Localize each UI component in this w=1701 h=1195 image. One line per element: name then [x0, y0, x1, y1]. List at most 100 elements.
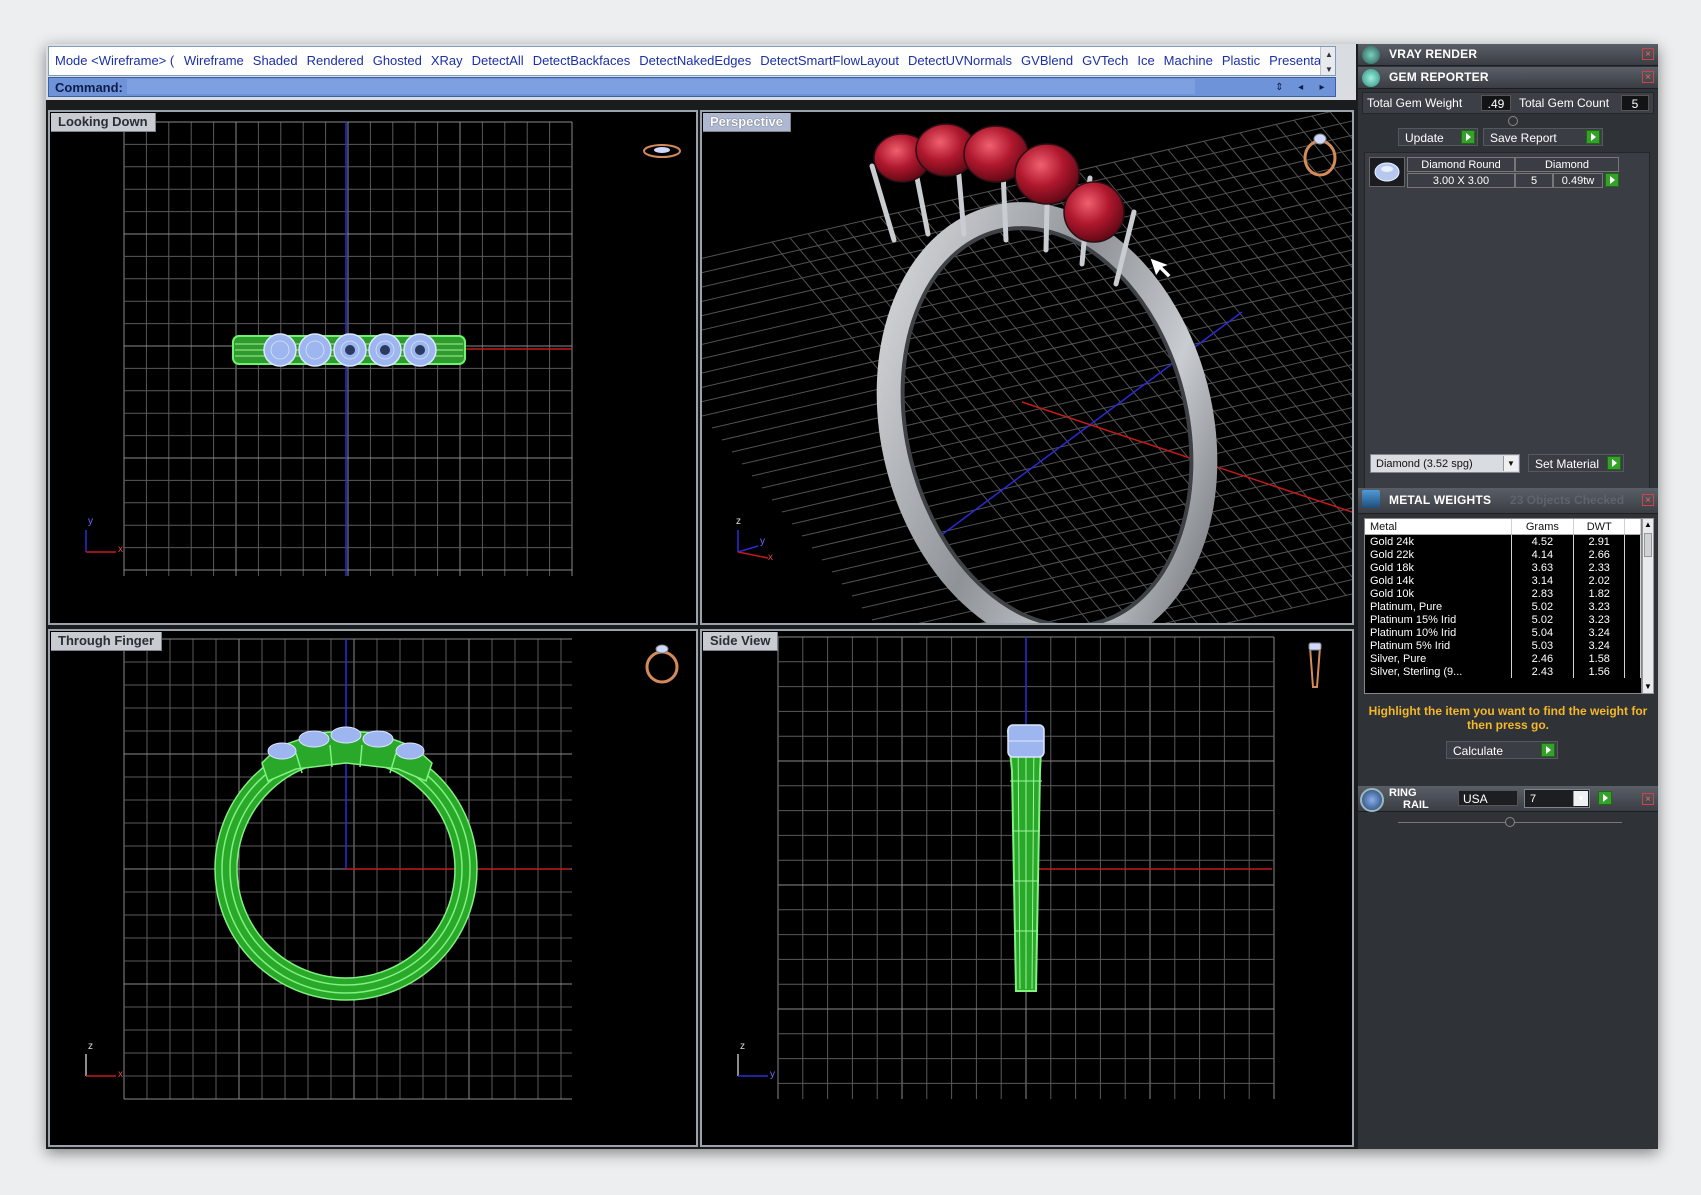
splitter-icon[interactable] — [1508, 116, 1518, 126]
calculate-label: Calculate — [1453, 744, 1504, 758]
ring-wireframe-top[interactable] — [232, 333, 466, 367]
command-area: Mode <Wireframe> ( Wireframe Shaded Render… — [46, 44, 1356, 100]
mode-option[interactable]: Machine — [1164, 53, 1213, 68]
row-spacer — [1624, 639, 1641, 652]
axis-y-label: y — [770, 1069, 775, 1080]
column-header[interactable]: Grams — [1511, 519, 1575, 535]
mode-option[interactable]: Ice — [1137, 53, 1154, 68]
table-row[interactable]: Gold 22k 4.14 2.66 — [1365, 548, 1641, 561]
row-spacer — [1624, 561, 1641, 574]
gem-weight: 0.49tw — [1553, 173, 1603, 188]
mode-option[interactable]: DetectSmartFlowLayout — [760, 53, 899, 68]
scroll-down-icon[interactable]: ▼ — [1321, 62, 1335, 75]
table-row[interactable]: Platinum, Pure 5.02 3.23 — [1365, 600, 1641, 613]
side-view-scene — [737, 636, 1275, 1099]
update-button[interactable]: Update — [1398, 128, 1478, 146]
axis-indicator — [85, 1054, 116, 1077]
gem-reporter-header[interactable]: GEM REPORTER × — [1358, 67, 1658, 89]
go-icon — [1607, 456, 1621, 470]
mode-option[interactable]: DetectAll — [472, 53, 524, 68]
column-header[interactable]: DWT — [1573, 519, 1626, 535]
close-icon[interactable]: × — [1642, 71, 1654, 83]
go-icon — [1541, 743, 1555, 757]
metal-weights-header[interactable]: METAL WEIGHTS 23 Objects Checked × — [1358, 488, 1658, 514]
table-row[interactable]: Gold 14k 3.14 2.02 — [1365, 574, 1641, 587]
arrow-left-icon[interactable]: ◂ — [1292, 80, 1310, 96]
material-value: Diamond (3.52 spg) — [1376, 458, 1473, 470]
metal-name: Gold 14k — [1365, 574, 1512, 587]
viewport-label[interactable]: Side View — [703, 632, 779, 651]
viewport-through-finger[interactable]: Through Finger z x — [48, 629, 698, 1147]
splitter-icon[interactable] — [1505, 817, 1515, 827]
ring-size-select[interactable]: 7 ▼ — [1524, 789, 1590, 808]
metal-dwt: 2.91 — [1573, 534, 1626, 548]
ring-front-icon — [645, 644, 679, 684]
metal-name: Gold 10k — [1365, 587, 1512, 600]
close-icon[interactable]: × — [1642, 48, 1654, 60]
set-material-button[interactable]: Set Material — [1528, 454, 1624, 472]
command-input[interactable] — [127, 79, 1195, 94]
table-row[interactable]: Platinum 15% Irid 5.02 3.23 — [1365, 613, 1641, 626]
row-spacer — [1624, 613, 1641, 626]
viewport-side-view[interactable]: Side View z y — [700, 629, 1354, 1147]
table-scrollbar[interactable]: ▲ ▼ — [1642, 518, 1654, 694]
viewport-looking-down[interactable]: Looking Down y x — [48, 110, 698, 625]
row-spacer — [1624, 665, 1641, 678]
mode-prefix: Mode <Wireframe> ( — [55, 53, 175, 68]
viewport-label[interactable]: Through Finger — [51, 632, 163, 651]
metal-name: Platinum 15% Irid — [1365, 613, 1512, 626]
scroll-up-icon[interactable]: ▲ — [1321, 47, 1335, 62]
metal-weights-table: Metal Grams DWT Gold 24k 4.52 2.91 Gold 22k 4.… — [1365, 519, 1641, 678]
arrow-right-icon[interactable]: ▸ — [1313, 80, 1331, 96]
gem-list: Diamond Round Diamond 3.00 X 3.00 5 0.49… — [1364, 152, 1650, 492]
go-icon[interactable] — [1605, 173, 1619, 187]
table-row[interactable]: Platinum 10% Irid 5.04 3.24 — [1365, 626, 1641, 639]
viewport-perspective[interactable]: Perspective z y x — [700, 110, 1354, 625]
ring-rail-header[interactable]: RING RAIL USA 7 ▼ × — [1358, 786, 1658, 812]
scroll-thumb[interactable] — [1644, 533, 1652, 557]
spinner-icon[interactable]: ⇕ — [1270, 80, 1288, 96]
table-row[interactable]: Silver, Pure 2.46 1.58 — [1365, 652, 1641, 665]
objects-checked-status: 23 Objects Checked — [1510, 493, 1625, 507]
mode-option[interactable]: Plastic — [1222, 53, 1260, 68]
mode-option[interactable]: DetectNakedEdges — [639, 53, 751, 68]
column-header[interactable]: Metal — [1365, 519, 1512, 535]
table-row[interactable]: Gold 24k 4.52 2.91 — [1365, 534, 1641, 548]
row-spacer — [1624, 652, 1641, 665]
save-report-label: Save Report — [1490, 131, 1557, 145]
mode-option[interactable]: Shaded — [253, 53, 298, 68]
table-row[interactable]: Silver, Sterling (9... 2.43 1.56 — [1365, 665, 1641, 678]
mode-option[interactable]: Rendered — [307, 53, 364, 68]
mode-option[interactable]: DetectUVNormals — [908, 53, 1012, 68]
metal-dwt: 2.33 — [1573, 561, 1626, 574]
axis-z-label: z — [88, 1041, 93, 1052]
mode-option[interactable]: DetectBackfaces — [533, 53, 631, 68]
viewport-label[interactable]: Perspective — [703, 113, 791, 132]
close-icon[interactable]: × — [1642, 793, 1654, 805]
gem-row[interactable]: Diamond Round Diamond 3.00 X 3.00 5 0.49… — [1407, 157, 1647, 189]
viewport-label[interactable]: Looking Down — [51, 113, 156, 132]
scroll-down-icon[interactable]: ▼ — [1643, 681, 1653, 693]
axis-x-label: x — [118, 1069, 123, 1080]
ring-wireframe-side[interactable] — [1006, 724, 1045, 992]
gem-thumbnail[interactable] — [1369, 157, 1405, 187]
mode-option[interactable]: GVTech — [1082, 53, 1128, 68]
axis-y-label: y — [88, 516, 93, 527]
metal-grams: 5.02 — [1511, 600, 1575, 613]
scroll-up-icon[interactable]: ▲ — [1643, 519, 1653, 531]
save-report-button[interactable]: Save Report — [1483, 128, 1603, 146]
mode-option[interactable]: XRay — [431, 53, 463, 68]
table-row[interactable]: Platinum 5% Irid 5.03 3.24 — [1365, 639, 1641, 652]
close-icon[interactable]: × — [1642, 494, 1654, 506]
table-row[interactable]: Gold 18k 3.63 2.33 — [1365, 561, 1641, 574]
mode-option[interactable]: Ghosted — [373, 53, 422, 68]
mode-scrollbar[interactable]: ▲ ▼ — [1320, 47, 1335, 75]
country-field[interactable]: USA — [1458, 790, 1518, 806]
go-icon[interactable] — [1598, 791, 1612, 805]
mode-option[interactable]: GVBlend — [1021, 53, 1073, 68]
table-row[interactable]: Gold 10k 2.83 1.82 — [1365, 587, 1641, 600]
calculate-button[interactable]: Calculate — [1446, 741, 1558, 759]
vray-render-header[interactable]: VRAY RENDER × — [1358, 44, 1658, 66]
mode-option[interactable]: Wireframe — [184, 53, 244, 68]
material-select[interactable]: Diamond (3.52 spg) ▼ — [1370, 454, 1520, 473]
